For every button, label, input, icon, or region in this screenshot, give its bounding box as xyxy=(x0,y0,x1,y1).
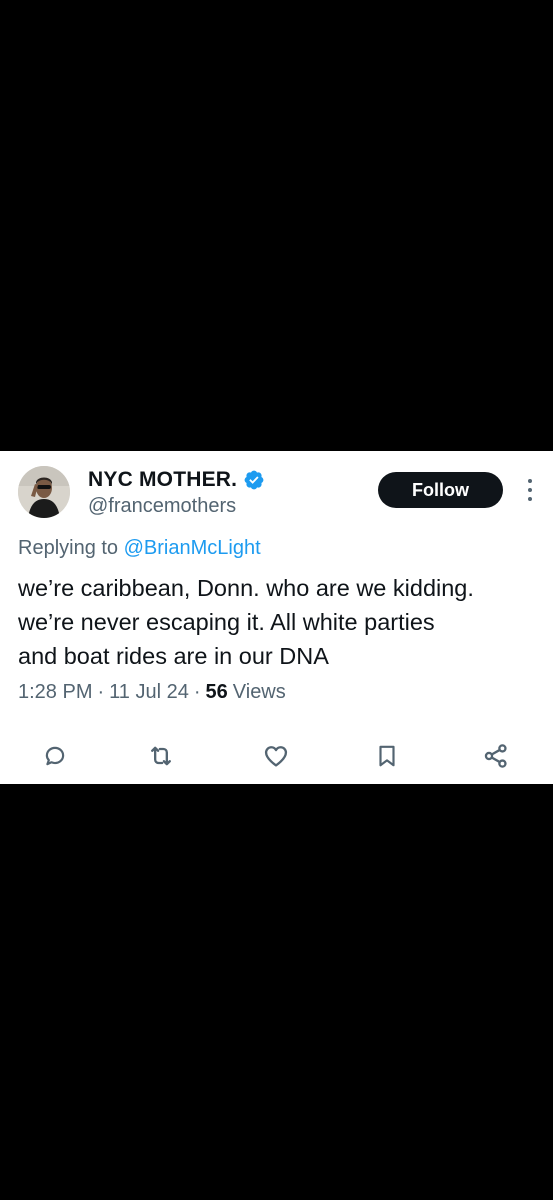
views-count: 56 xyxy=(205,681,228,703)
tweet-time[interactable]: 1:28 PM xyxy=(18,681,92,704)
like-icon[interactable] xyxy=(261,741,291,771)
bookmark-icon[interactable] xyxy=(372,741,402,771)
avatar[interactable] xyxy=(18,466,70,518)
display-name[interactable]: NYC MOTHER. xyxy=(88,468,237,492)
replying-prefix: Replying to xyxy=(18,537,119,559)
replying-to-line: Replying to @BrianMcLight xyxy=(18,537,261,560)
tweet-text-line: and boat rides are in our DNA xyxy=(18,643,329,669)
replying-mention-link[interactable]: @BrianMcLight xyxy=(124,537,261,559)
retweet-icon[interactable] xyxy=(146,741,176,771)
views-label: Views xyxy=(232,681,286,703)
tweet-text-line: we’re never escaping it. All white parti… xyxy=(18,609,435,635)
tweet-text: we’re caribbean, Donn. who are we kiddin… xyxy=(18,571,538,673)
share-icon[interactable] xyxy=(481,741,511,771)
tweet-text-line: we’re caribbean, Donn. who are we kiddin… xyxy=(18,575,474,601)
tweet-header: NYC MOTHER. @francemothers Follow xyxy=(18,465,535,525)
more-vertical-icon[interactable] xyxy=(525,475,535,505)
follow-button[interactable]: Follow xyxy=(378,472,503,508)
action-bar xyxy=(0,741,553,771)
screen: NYC MOTHER. @francemothers Follow Replyi… xyxy=(0,0,553,1200)
verified-badge-icon xyxy=(243,469,265,491)
tweet-date[interactable]: 11 Jul 24 xyxy=(109,681,189,704)
name-row: NYC MOTHER. xyxy=(88,467,265,493)
reply-icon[interactable] xyxy=(40,741,70,771)
avatar-image xyxy=(18,466,70,518)
tweet-metadata: 1:28 PM · 11 Jul 24 · 56 Views xyxy=(18,681,286,704)
tweet-card: NYC MOTHER. @francemothers Follow Replyi… xyxy=(0,451,553,784)
user-handle[interactable]: @francemothers xyxy=(88,495,236,518)
separator-dot: · xyxy=(97,681,105,703)
separator-dot: · xyxy=(193,681,201,703)
